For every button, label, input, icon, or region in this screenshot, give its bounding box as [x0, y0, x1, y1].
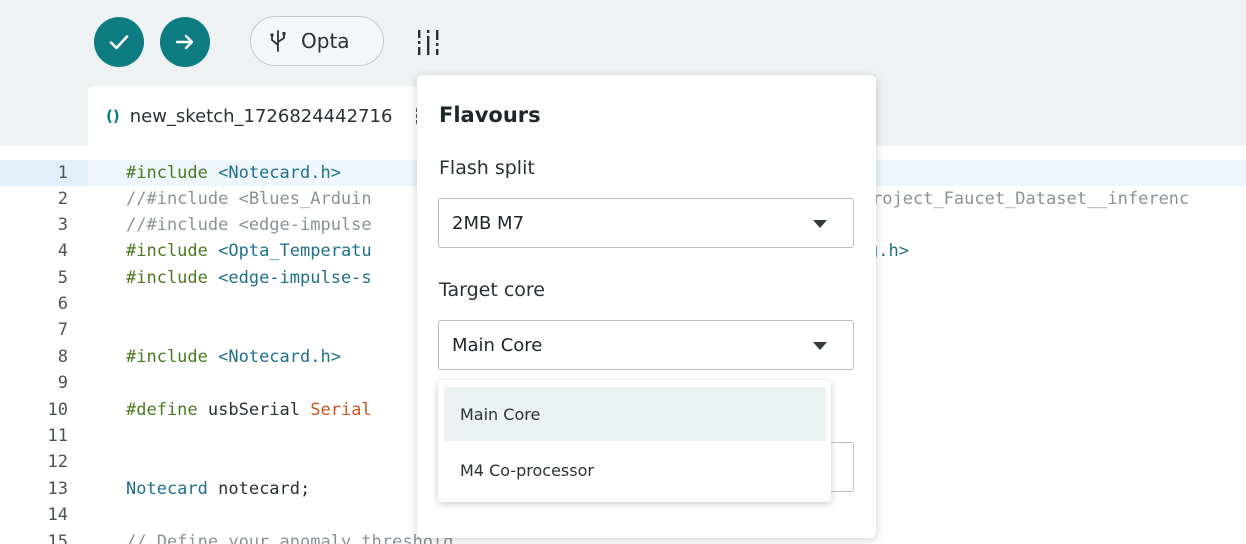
code-line: // Define your anomaly threshold: [126, 532, 454, 544]
code-token: <edge-impulse-s: [218, 268, 372, 288]
target-core-dropdown: Main Core M4 Co-processor: [438, 380, 831, 502]
sliders-icon[interactable]: [414, 28, 444, 58]
code-token: #include: [126, 163, 219, 183]
popover-title: Flavours: [439, 103, 541, 127]
code-line: Notecard notecard;: [126, 476, 310, 502]
line-number: 1: [57, 163, 68, 183]
app-root: Opta () new_sketch_1726824442716 ⋮ 1 2 3…: [0, 0, 1246, 544]
line-number: 4: [57, 241, 68, 261]
code-token: #include: [126, 268, 219, 288]
flash-split-select[interactable]: 2MB M7: [438, 198, 854, 248]
code-line: //#include <edge-impulse: [126, 215, 372, 235]
line-number: 8: [57, 347, 68, 367]
option-m4-coprocessor[interactable]: M4 Co-processor: [444, 443, 826, 497]
line-number: 9: [57, 373, 68, 393]
code-token: notecard;: [218, 479, 311, 499]
code-token: usbSerial: [207, 400, 311, 420]
code-line: roject_Faucet_Dataset__inferenc: [872, 189, 1190, 209]
line-number: 2: [57, 189, 68, 209]
code-token: #include: [126, 241, 219, 261]
code-token: Notecard: [126, 479, 219, 499]
toolbar: Opta: [0, 0, 1246, 86]
upload-button[interactable]: [160, 17, 210, 67]
line-number: 11: [47, 426, 68, 446]
caret-down-icon: [813, 342, 827, 350]
line-number: 6: [57, 294, 68, 314]
tab-label: new_sketch_1726824442716: [129, 105, 393, 127]
line-number: 14: [47, 505, 68, 525]
code-line: //#include <Blues_Arduin: [126, 189, 372, 209]
line-number: 3: [57, 215, 68, 235]
verify-button[interactable]: [94, 17, 144, 67]
target-core-select[interactable]: Main Core: [438, 320, 854, 370]
code-token: <Notecard.h>: [218, 163, 341, 183]
check-icon: [109, 35, 129, 50]
code-token: <Notecard.h>: [218, 347, 341, 367]
sketch-file-icon: (): [106, 107, 120, 125]
code-token: <Opta_Temperatu: [218, 241, 372, 261]
flash-split-value: 2MB M7: [452, 212, 525, 234]
code-token: Serial: [310, 400, 372, 420]
usb-icon: [270, 30, 286, 52]
code-token: #include: [126, 347, 219, 367]
code-line: #include <Notecard.h>: [126, 344, 341, 370]
arrow-right-icon: [175, 34, 194, 50]
line-number: 10: [47, 400, 68, 420]
board-selector[interactable]: Opta: [250, 16, 384, 66]
line-number: 5: [57, 268, 68, 288]
code-line: #include <Opta_Temperatu: [126, 238, 372, 264]
option-main-core[interactable]: Main Core: [444, 387, 826, 441]
line-number: 15: [47, 532, 68, 544]
line-number: 13: [47, 479, 68, 499]
tab-sketch[interactable]: () new_sketch_1726824442716 ⋮: [88, 86, 428, 146]
code-line: #include <edge-impulse-s: [126, 265, 372, 291]
line-number: 7: [57, 320, 68, 340]
line-number: 12: [47, 452, 68, 472]
board-label: Opta: [301, 29, 350, 53]
code-line: #include <Notecard.h>: [126, 160, 341, 186]
caret-down-icon: [813, 220, 827, 228]
target-core-label: Target core: [439, 279, 545, 301]
target-core-value: Main Core: [452, 334, 543, 356]
code-line: #define usbSerial Serial: [126, 397, 372, 423]
code-token: #define: [126, 400, 208, 420]
flash-split-label: Flash split: [439, 157, 535, 179]
